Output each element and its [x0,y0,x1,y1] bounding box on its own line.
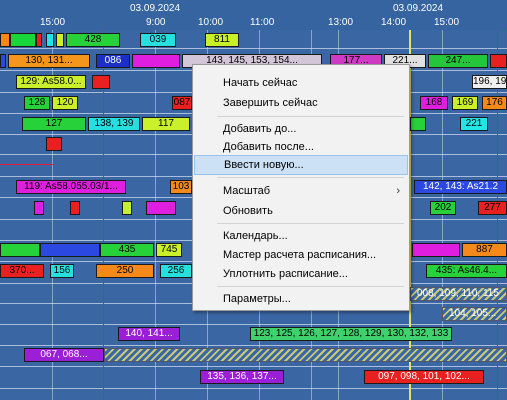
schedule-bar[interactable]: 138, 139 [88,117,140,131]
schedule-bar[interactable]: 428 [66,33,120,47]
menu-item-compact-schedule[interactable]: Уплотнить расписание... [194,264,408,284]
schedule-bar[interactable] [10,33,36,47]
schedule-bar[interactable]: 103 [170,180,192,194]
row-divider [0,366,507,367]
schedule-bar[interactable] [0,243,40,257]
bar-label: 104, 105... [449,308,497,319]
schedule-bar[interactable]: 067, 068... [24,348,104,362]
schedule-bar[interactable]: 250 [96,264,154,278]
bar-label: 008, 109, 110, 115 [417,288,499,299]
schedule-bar-hatched[interactable]: 008, 109, 110, 115 [410,287,507,301]
row-divider [0,345,507,346]
schedule-bar[interactable]: 168 [420,96,448,110]
menu-item-schedule-wizard[interactable]: Мастер расчета расписания... [194,245,408,265]
row-divider [0,324,507,325]
schedule-bar[interactable] [46,33,54,47]
schedule-bar[interactable] [70,201,80,215]
schedule-bar[interactable]: 221 [460,117,488,131]
menu-item-add-before[interactable]: Добавить до... [194,119,408,139]
menu-item-finish-now[interactable]: Завершить сейчас [194,93,408,113]
menu-item-refresh[interactable]: Обновить [194,201,408,221]
schedule-bar[interactable] [410,117,426,131]
schedule-bar[interactable] [146,201,176,215]
time-label: 13:00 [328,17,354,28]
row-divider [0,388,507,389]
schedule-bar[interactable]: 247... [428,54,488,68]
schedule-bar[interactable]: 135, 136, 137... [200,370,284,384]
schedule-bar[interactable] [0,33,10,47]
schedule-bar[interactable]: 202 [430,201,456,215]
schedule-bar[interactable]: 130, 131... [8,54,90,68]
schedule-bar[interactable]: 087 [172,96,192,110]
schedule-bar[interactable]: 435: As46.4... [426,264,507,278]
menu-item-scale[interactable]: Масштаб › [194,181,408,201]
schedule-bar[interactable]: 156 [50,264,74,278]
schedule-bar[interactable]: 169 [452,96,478,110]
schedule-bar[interactable]: 039 [140,33,176,47]
schedule-bar[interactable]: 811 [205,33,239,47]
schedule-bar[interactable]: 123, 125, 126, 127, 128, 129, 130, 132, … [250,327,452,341]
schedule-bar-hatched[interactable] [104,348,507,362]
time-label: 15:00 [40,17,66,28]
menu-item-calendar[interactable]: Календарь... [194,226,408,246]
time-label: 10:00 [198,17,224,28]
schedule-bar[interactable]: 142, 143: As21.2 [414,180,507,194]
schedule-bar[interactable]: 256 [160,264,192,278]
time-gridline [155,30,156,400]
schedule-bar[interactable]: 097, 098, 101, 102... [364,370,484,384]
menu-separator [217,116,404,117]
schedule-bar-hatched[interactable]: 104, 105... [442,307,507,321]
schedule-bar[interactable]: 117 [142,117,190,131]
menu-item-start-now[interactable]: Начать сейчас [194,73,408,93]
menu-separator [217,286,404,287]
menu-separator [217,223,404,224]
schedule-bar[interactable]: 745 [156,243,182,257]
schedule-bar[interactable]: 128 [24,96,50,110]
submenu-arrow-icon: › [396,185,400,197]
schedule-bar[interactable]: 370... [0,264,44,278]
time-label: 14:00 [381,17,407,28]
menu-item-label: Масштаб [223,185,271,197]
schedule-bar[interactable]: 176 [482,96,507,110]
time-label: 15:00 [434,17,460,28]
schedule-bar[interactable] [34,201,44,215]
schedule-bar[interactable]: 129: As58.0... [16,75,86,89]
dependency-arrow [0,164,54,165]
schedule-bar[interactable] [132,54,180,68]
context-menu: Начать сейчас Завершить сейчас Добавить … [192,64,410,311]
menu-separator [217,177,404,178]
time-label: 9:00 [146,17,166,28]
timeline-header: 03.09.2024 03.09.2024 15:00 9:00 10:00 1… [0,0,507,30]
schedule-bar[interactable] [36,33,42,47]
schedule-bar[interactable] [56,33,64,47]
schedule-bar[interactable]: 086 [96,54,130,68]
schedule-bar[interactable] [122,201,132,215]
schedule-bar[interactable] [46,137,62,151]
schedule-bar[interactable]: 120 [52,96,78,110]
schedule-bar[interactable]: 887 [462,243,507,257]
schedule-bar[interactable]: 140, 141... [118,327,180,341]
menu-item-add-after[interactable]: Добавить после... [194,137,408,157]
date-label: 03.09.2024 [393,3,444,14]
time-label: 11:00 [250,17,275,28]
schedule-bar[interactable]: 119: As58.055.03/1... [16,180,126,194]
schedule-bar[interactable]: 277 [478,201,507,215]
schedule-bar[interactable] [412,243,460,257]
schedule-bar[interactable]: 196, 19 [472,75,507,89]
schedule-bar[interactable] [92,75,110,89]
schedule-bar[interactable] [490,54,507,68]
schedule-bar[interactable]: 127 [22,117,86,131]
menu-item-enter-new[interactable]: Ввести новую... [194,155,408,175]
schedule-bar[interactable] [40,243,100,257]
time-gridline [442,30,443,400]
date-label: 03.09.2024 [130,3,181,14]
schedule-bar[interactable]: 435 [100,243,154,257]
row-divider [0,48,507,49]
menu-item-parameters[interactable]: Параметры... [194,289,408,309]
schedule-bar[interactable] [0,54,6,68]
